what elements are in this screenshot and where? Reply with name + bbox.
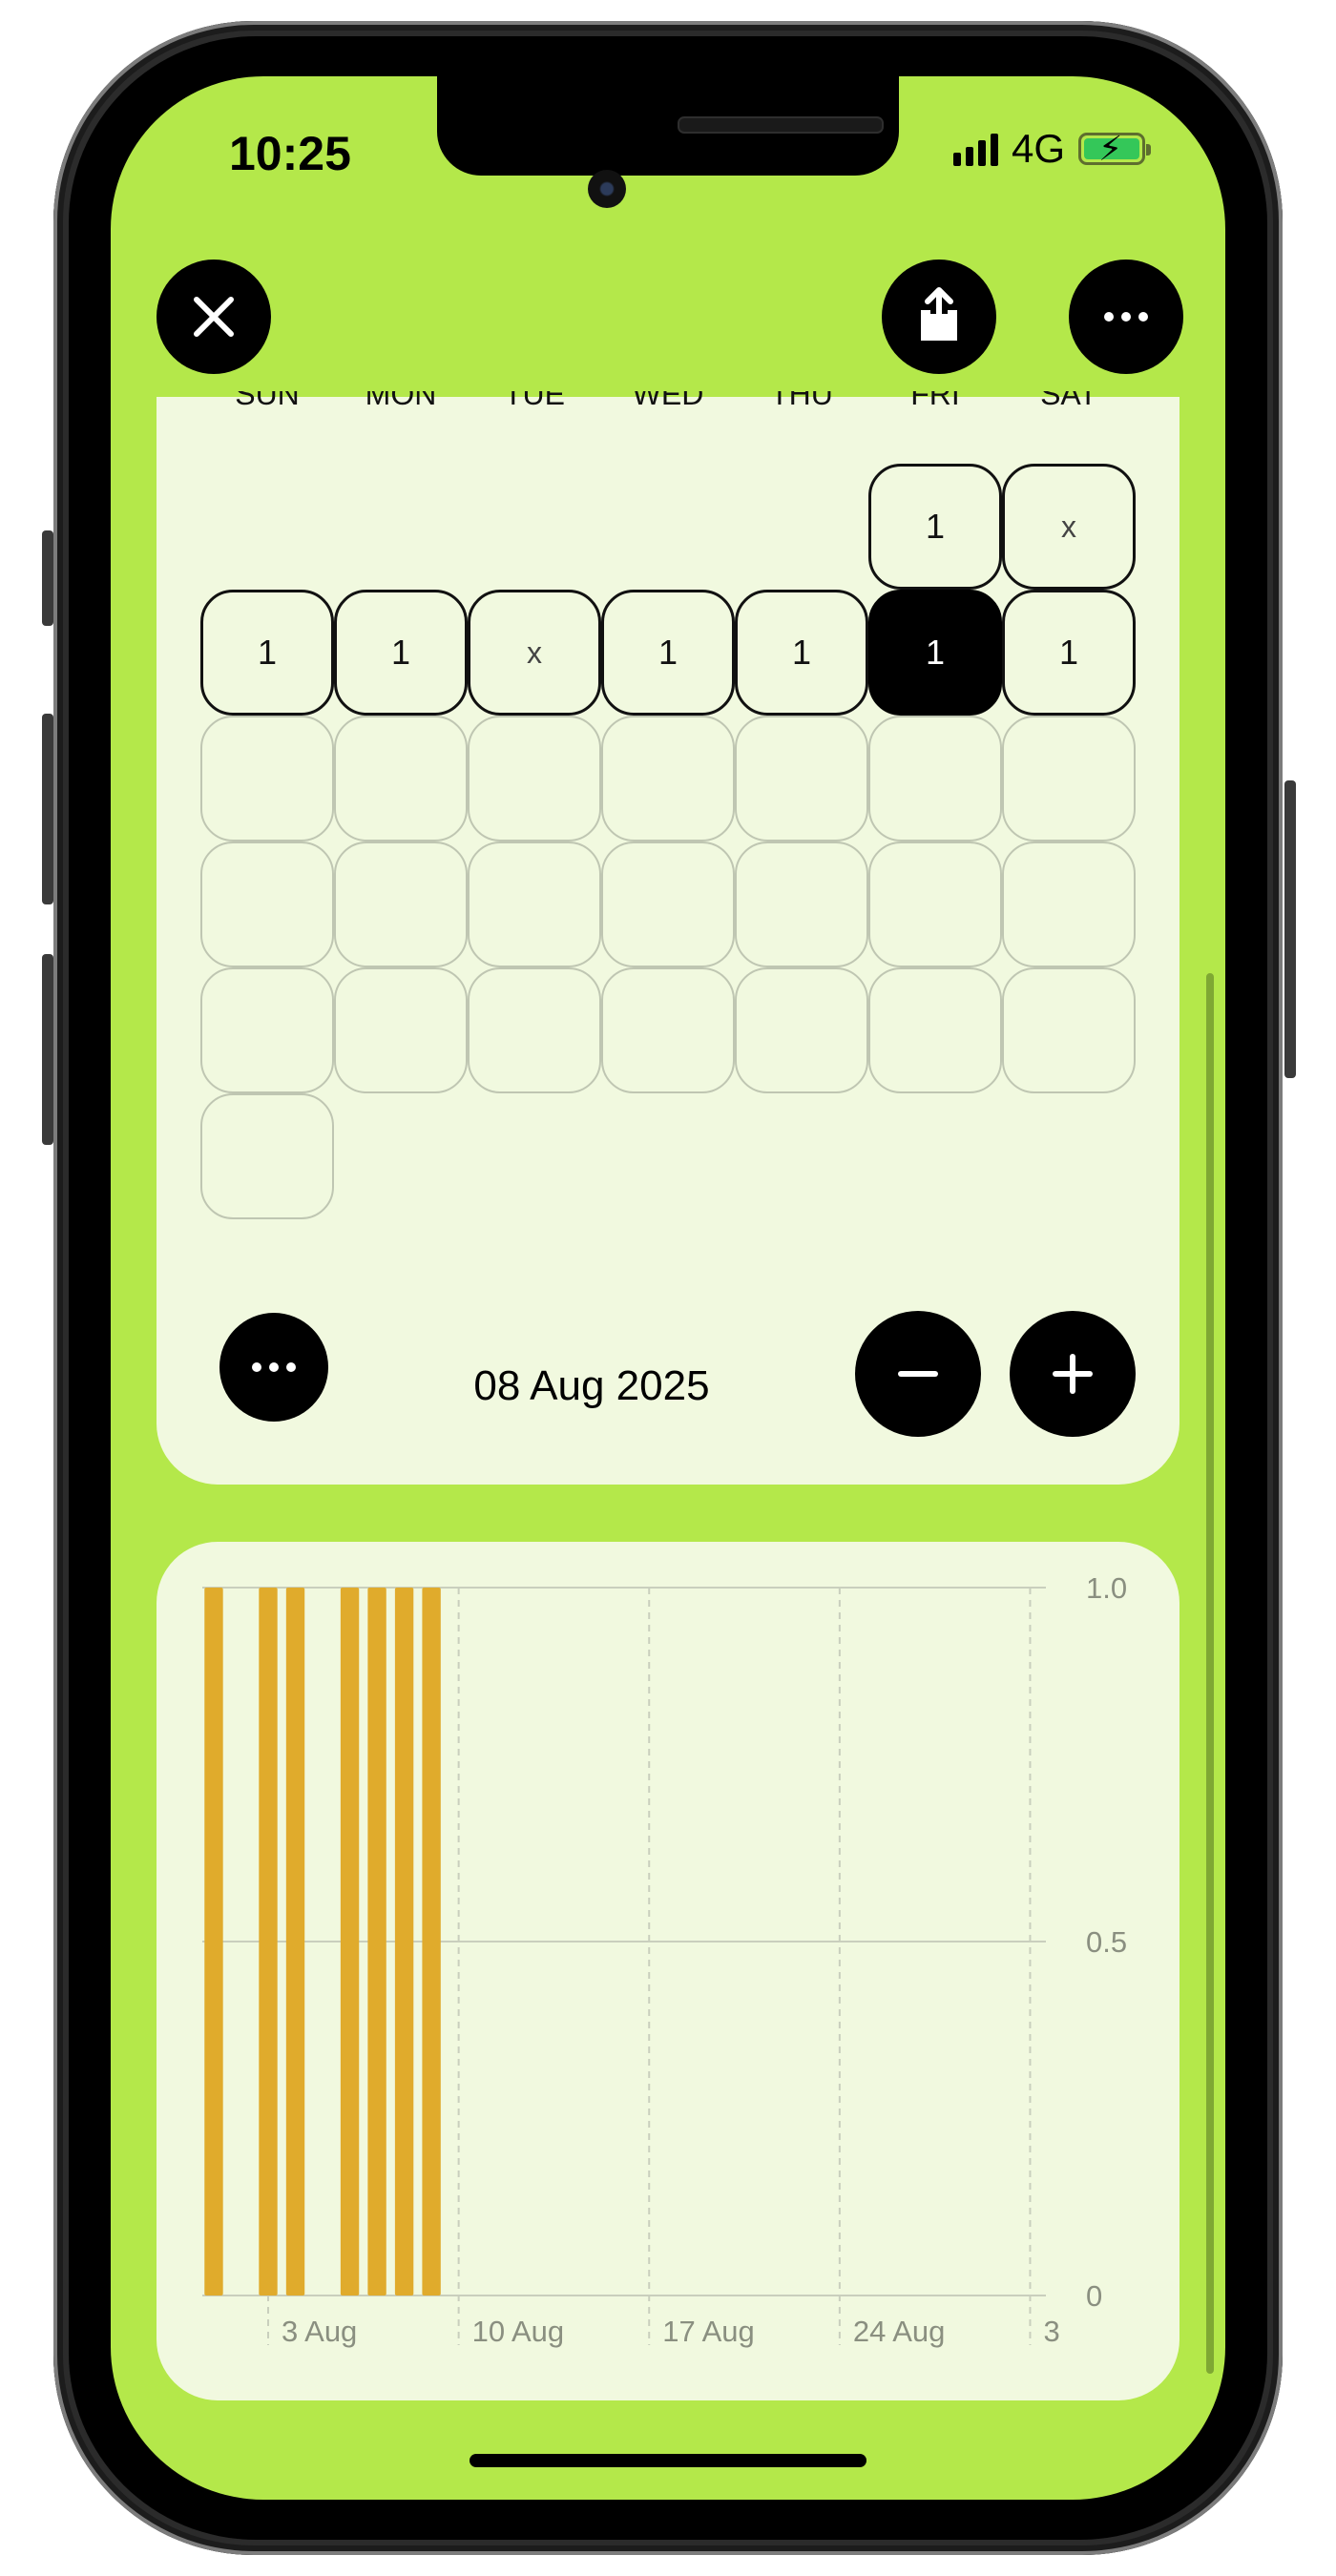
close-button[interactable] <box>157 260 271 374</box>
date-options-button[interactable] <box>219 1313 328 1422</box>
weekday-label: THU <box>770 391 833 411</box>
day-cell-empty[interactable] <box>334 841 468 967</box>
more-options-button[interactable] <box>1069 260 1183 374</box>
day-cell[interactable]: x <box>468 590 601 716</box>
day-cell-empty[interactable] <box>601 841 735 967</box>
day-cell-empty[interactable] <box>200 841 334 967</box>
network-label: 4G <box>1011 126 1065 171</box>
weekday-label: SAT <box>1040 391 1097 411</box>
signal-icon <box>952 132 998 166</box>
selected-date-label: 08 Aug 2025 <box>473 1362 710 1409</box>
y-tick-label: 0 <box>1086 2279 1102 2313</box>
day-cell-empty[interactable] <box>735 716 868 841</box>
bar <box>285 1588 305 2296</box>
battery-icon: ⚡ <box>1078 129 1151 168</box>
day-cell-empty[interactable] <box>200 1093 334 1219</box>
calendar-card: SUN MON TUE WED THU FRI SAT 1 x 1 1 x 1 … <box>157 391 1179 1485</box>
day-cell-empty[interactable] <box>1002 841 1136 967</box>
day-cell[interactable]: 1 <box>868 464 1002 590</box>
y-tick-label: 1.0 <box>1086 1571 1127 1605</box>
screen: 10:25 4G ⚡ SUN MON TUE WED THU FRI SAT 1… <box>111 76 1225 2500</box>
scrollbar[interactable] <box>1206 973 1214 2374</box>
day-cell-empty[interactable] <box>1002 716 1136 841</box>
day-cell-empty[interactable] <box>735 967 868 1093</box>
x-tick-label: 10 Aug <box>472 2315 565 2348</box>
day-cell-empty[interactable] <box>601 967 735 1093</box>
front-camera <box>588 170 626 208</box>
bar <box>422 1588 441 2296</box>
minus-icon <box>898 1371 938 1377</box>
day-cell[interactable]: 1 <box>601 590 735 716</box>
weekday-label: WED <box>632 391 704 411</box>
share-button[interactable] <box>882 260 996 374</box>
bar <box>367 1588 386 2296</box>
more-icon <box>1104 312 1148 322</box>
mute-switch <box>42 530 53 626</box>
day-cell-empty[interactable] <box>601 716 735 841</box>
x-tick-label: 24 Aug <box>853 2315 946 2348</box>
day-cell-empty[interactable] <box>868 967 1002 1093</box>
day-cell-empty[interactable] <box>334 967 468 1093</box>
day-cell-empty[interactable] <box>468 716 601 841</box>
y-tick-label: 0.5 <box>1086 1925 1127 1959</box>
day-cell-empty[interactable] <box>334 716 468 841</box>
day-cell-empty[interactable] <box>468 967 601 1093</box>
day-cell[interactable]: x <box>1002 464 1136 590</box>
power-button <box>1284 780 1296 1078</box>
chart-card: 0 0.5 1.0 3 Aug 10 Aug 17 Aug 24 Aug 3 <box>157 1542 1179 2400</box>
charging-bolt-icon: ⚡ <box>1098 129 1123 168</box>
weekday-label: TUE <box>504 391 565 411</box>
status-time: 10:25 <box>229 127 351 180</box>
home-indicator[interactable] <box>470 2454 866 2467</box>
day-cell[interactable]: 1 <box>334 590 468 716</box>
day-cell-empty[interactable] <box>1002 967 1136 1093</box>
day-cell-empty[interactable] <box>868 841 1002 967</box>
battery-nub <box>1146 144 1151 156</box>
earpiece-speaker <box>678 116 884 134</box>
bar <box>259 1588 278 2296</box>
x-tick-label: 17 Aug <box>662 2315 755 2348</box>
close-icon <box>194 297 234 337</box>
volume-up-button <box>42 714 53 904</box>
day-cell-empty[interactable] <box>200 967 334 1093</box>
weekday-label: FRI <box>910 391 960 411</box>
day-cell[interactable]: 1 <box>735 590 868 716</box>
plus-icon <box>1053 1354 1093 1394</box>
day-cell-empty[interactable] <box>200 716 334 841</box>
day-cell[interactable]: 1 <box>1002 590 1136 716</box>
bar <box>204 1588 223 2296</box>
day-cell-empty[interactable] <box>468 841 601 967</box>
day-cell-selected[interactable]: 1 <box>868 590 1002 716</box>
day-cell-empty[interactable] <box>868 716 1002 841</box>
day-cell[interactable]: 1 <box>200 590 334 716</box>
share-icon <box>921 287 957 341</box>
volume-down-button <box>42 954 53 1145</box>
decrement-button[interactable] <box>855 1311 981 1437</box>
weekday-header: SUN MON TUE WED THU FRI SAT <box>200 391 1136 422</box>
bar <box>394 1588 414 2296</box>
increment-button[interactable] <box>1010 1311 1136 1437</box>
bar-chart: 0 0.5 1.0 3 Aug 10 Aug 17 Aug 24 Aug 3 <box>202 1571 1127 2348</box>
status-indicators: 4G ⚡ <box>952 126 1151 172</box>
x-tick-label: 3 <box>1043 2315 1059 2348</box>
weekday-label: SUN <box>235 391 300 411</box>
x-tick-label: 3 Aug <box>282 2315 357 2348</box>
more-icon <box>252 1362 296 1372</box>
day-cell-empty[interactable] <box>735 841 868 967</box>
bar <box>340 1588 360 2296</box>
weekday-label: MON <box>365 391 437 411</box>
